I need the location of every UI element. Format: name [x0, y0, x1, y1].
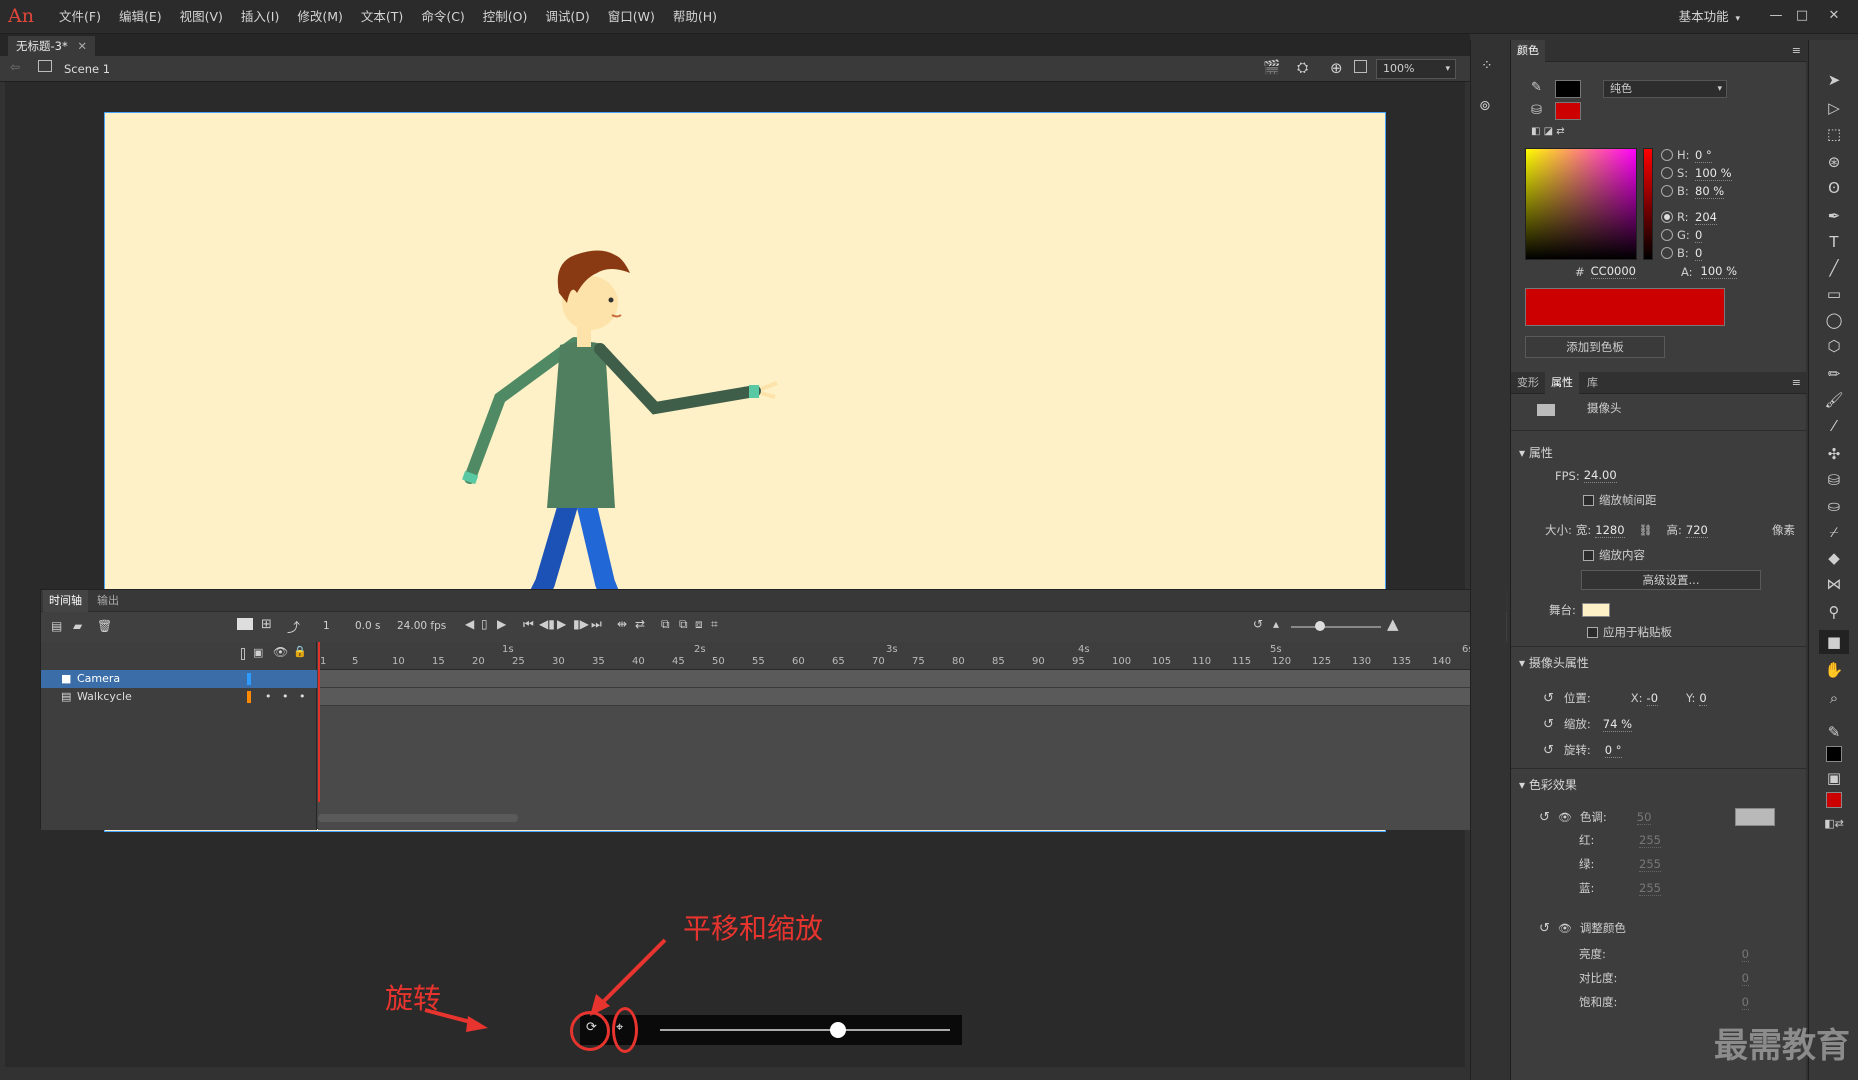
annotation-arrows — [424, 938, 667, 1032]
watermark: 最需教育 — [1714, 1026, 1850, 1066]
